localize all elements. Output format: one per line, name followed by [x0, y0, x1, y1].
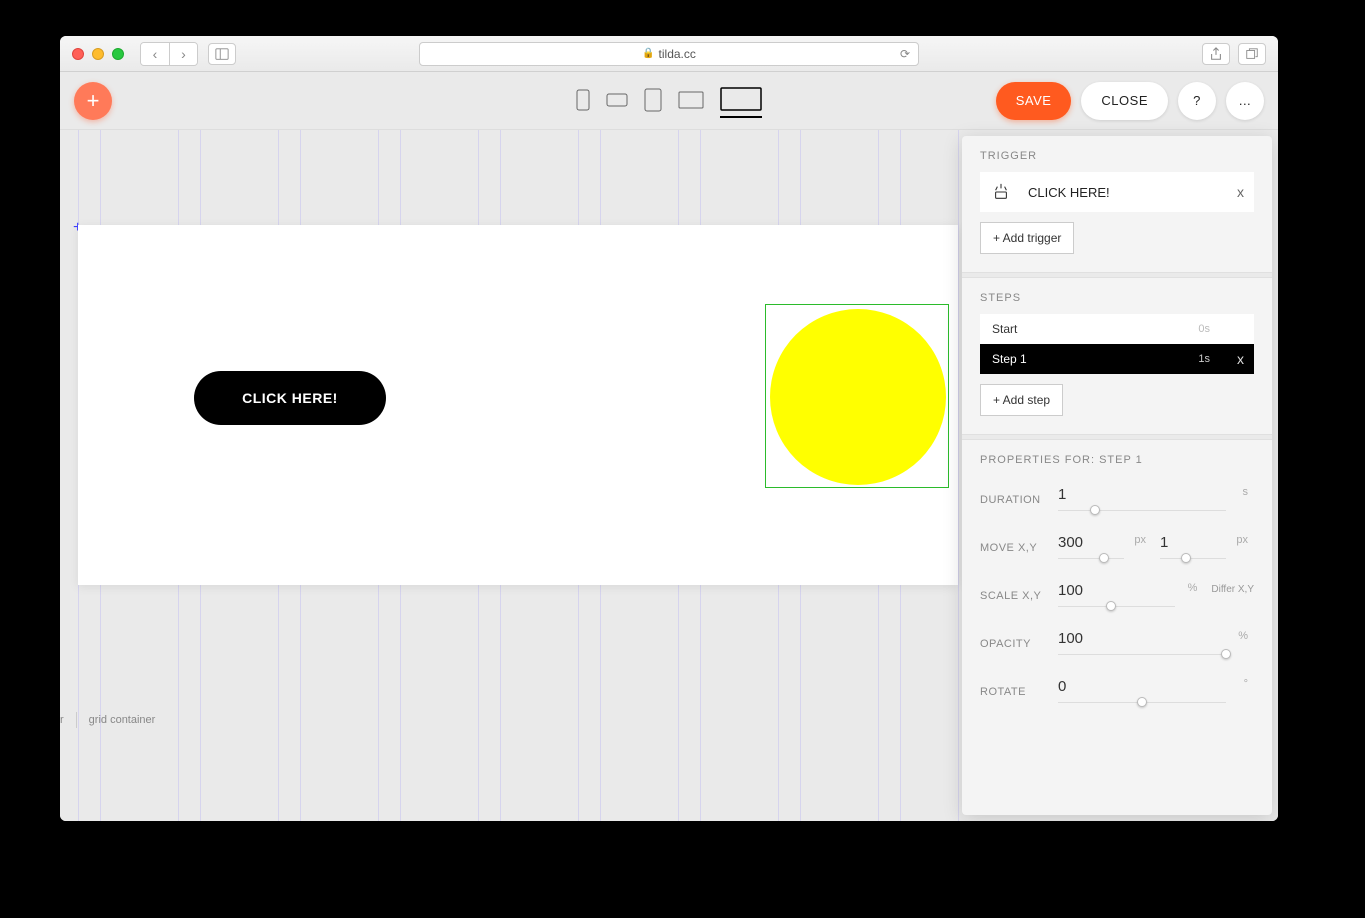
move-x-unit: px: [1134, 534, 1146, 546]
forward-button[interactable]: ›: [169, 43, 197, 65]
opacity-label: Opacity: [980, 638, 1058, 650]
zoom-window-icon[interactable]: [112, 48, 124, 60]
add-trigger-button[interactable]: + Add trigger: [980, 222, 1074, 254]
duration-label: Duration: [980, 494, 1058, 506]
sidebar-toggle-icon: [215, 47, 229, 61]
opacity-value: 100: [1058, 630, 1226, 647]
scale-thumb[interactable]: [1106, 601, 1116, 611]
add-step-button[interactable]: + Add step: [980, 384, 1063, 416]
prop-rotate: Rotate 0 °: [980, 668, 1254, 716]
meta-left: r: [60, 714, 64, 726]
move-y-value: 1: [1160, 534, 1226, 551]
lock-icon: 🔒: [642, 48, 654, 59]
plus-icon: +: [87, 88, 100, 114]
rotate-unit: °: [1244, 678, 1248, 690]
step-1[interactable]: Step 1 1s x: [980, 344, 1254, 374]
properties-section-label: PROPERTIES FOR: STEP 1: [980, 454, 1254, 466]
prop-move: Move X,Y 300 px 1 px: [980, 524, 1254, 572]
steps-section-label: STEPS: [980, 292, 1254, 304]
scale-differ-toggle[interactable]: Differ X,Y: [1211, 584, 1254, 595]
canvas-bottom-meta: r grid container: [60, 705, 155, 735]
move-x-thumb[interactable]: [1099, 553, 1109, 563]
more-button[interactable]: ...: [1226, 82, 1264, 120]
app-actions: SAVE CLOSE ? ...: [996, 82, 1264, 120]
click-trigger-icon: [992, 183, 1010, 201]
step-start[interactable]: Start 0s: [980, 314, 1254, 344]
opacity-unit: %: [1238, 630, 1248, 642]
url-text: tilda.cc: [659, 47, 696, 61]
scale-value: 100: [1058, 582, 1175, 599]
step-1-label: Step 1: [992, 352, 1027, 366]
trigger-item-label: CLICK HERE!: [1028, 185, 1110, 200]
browser-titlebar: ‹ › 🔒 tilda.cc ⟳: [60, 36, 1278, 72]
device-tablet-portrait[interactable]: [644, 84, 662, 118]
browser-right-buttons: [1202, 43, 1266, 65]
scale-unit: %: [1188, 582, 1198, 594]
close-button[interactable]: CLOSE: [1081, 82, 1168, 120]
sidebar-toggle-button[interactable]: [208, 43, 236, 65]
move-y-thumb[interactable]: [1181, 553, 1191, 563]
browser-window: ‹ › 🔒 tilda.cc ⟳ + +: [60, 36, 1278, 821]
app-content: + SAVE CLOSE ? ...: [60, 72, 1278, 821]
close-window-icon[interactable]: [72, 48, 84, 60]
trigger-section-label: TRIGGER: [980, 150, 1254, 162]
prop-scale: Scale X,Y 100 % Differ X,Y: [980, 572, 1254, 620]
minimize-window-icon[interactable]: [92, 48, 104, 60]
move-y-control[interactable]: 1 px: [1160, 534, 1254, 563]
step-start-time: 0s: [1198, 323, 1210, 335]
tabs-icon: [1245, 47, 1259, 61]
rotate-value: 0: [1058, 678, 1226, 695]
steps-section: STEPS Start 0s Step 1 1s x + Add step: [962, 278, 1272, 434]
step-1-time: 1s: [1198, 353, 1210, 365]
properties-section: PROPERTIES FOR: STEP 1 Duration 1 s Move…: [962, 440, 1272, 734]
traffic-lights: [72, 48, 124, 60]
device-phone-portrait[interactable]: [576, 84, 590, 118]
back-button[interactable]: ‹: [141, 43, 169, 65]
move-y-unit: px: [1236, 534, 1248, 546]
nav-back-forward: ‹ ›: [140, 42, 198, 66]
device-switcher: [576, 84, 762, 118]
rotate-control[interactable]: 0 °: [1058, 678, 1254, 707]
steps-list: Start 0s Step 1 1s x: [980, 314, 1254, 374]
meta-separator: [76, 712, 77, 728]
duration-thumb[interactable]: [1090, 505, 1100, 515]
trigger-section: TRIGGER CLICK HERE! x + Add trigger: [962, 136, 1272, 272]
move-label: Move X,Y: [980, 542, 1058, 554]
save-button[interactable]: SAVE: [996, 82, 1072, 120]
rotate-thumb[interactable]: [1137, 697, 1147, 707]
scale-control[interactable]: 100 %: [1058, 582, 1203, 611]
opacity-thumb[interactable]: [1221, 649, 1231, 659]
duration-value: 1: [1058, 486, 1226, 503]
selection-box[interactable]: [765, 304, 949, 488]
reload-icon[interactable]: ⟳: [900, 47, 910, 61]
share-icon: [1209, 47, 1223, 61]
canvas-button-element[interactable]: CLICK HERE!: [194, 371, 386, 425]
add-element-button[interactable]: +: [74, 82, 112, 120]
scale-label: Scale X,Y: [980, 590, 1058, 602]
opacity-control[interactable]: 100 %: [1058, 630, 1254, 659]
move-x-control[interactable]: 300 px: [1058, 534, 1152, 563]
trigger-remove-button[interactable]: x: [1237, 184, 1244, 200]
device-phone-landscape[interactable]: [606, 84, 628, 118]
animation-panel: TRIGGER CLICK HERE! x + Add trigger STEP…: [962, 136, 1272, 815]
help-button[interactable]: ?: [1178, 82, 1216, 120]
device-desktop[interactable]: [720, 84, 762, 118]
prop-opacity: Opacity 100 %: [980, 620, 1254, 668]
url-bar[interactable]: 🔒 tilda.cc ⟳: [419, 42, 919, 66]
meta-container-label[interactable]: grid container: [89, 714, 156, 726]
canvas-button-label: CLICK HERE!: [242, 390, 338, 406]
device-tablet-landscape[interactable]: [678, 84, 704, 118]
step-1-remove-button[interactable]: x: [1237, 351, 1244, 367]
canvas-circle-element[interactable]: [770, 309, 946, 485]
tabs-button[interactable]: [1238, 43, 1266, 65]
rotate-label: Rotate: [980, 686, 1058, 698]
duration-control[interactable]: 1 s: [1058, 486, 1254, 515]
share-button[interactable]: [1202, 43, 1230, 65]
trigger-item[interactable]: CLICK HERE! x: [980, 172, 1254, 212]
app-toolbar: + SAVE CLOSE ? ...: [60, 72, 1278, 130]
duration-unit: s: [1243, 486, 1249, 498]
prop-duration: Duration 1 s: [980, 476, 1254, 524]
step-start-label: Start: [992, 322, 1017, 336]
move-x-value: 300: [1058, 534, 1124, 551]
